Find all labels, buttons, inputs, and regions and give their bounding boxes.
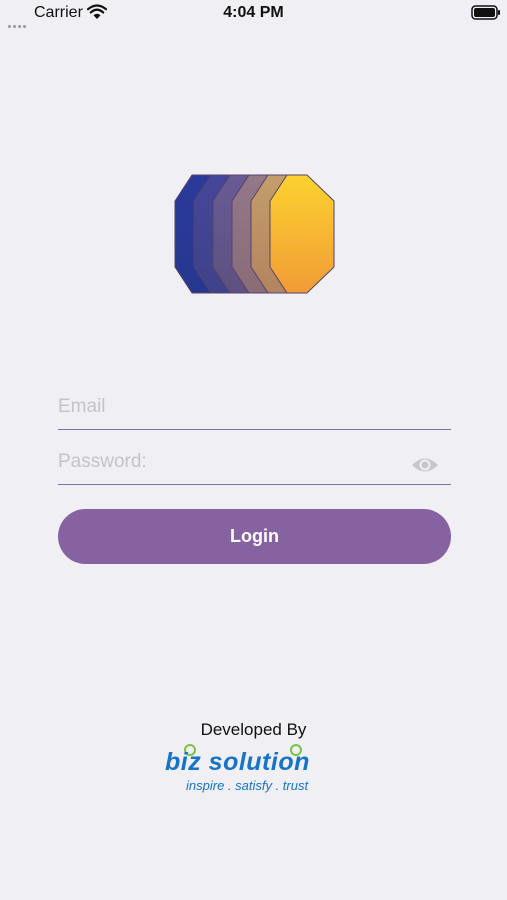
app-logo (174, 174, 335, 294)
status-bar: Carrier 4:04 PM (0, 0, 507, 28)
hexagon-logo-shape (174, 174, 335, 294)
battery-icon (471, 5, 500, 20)
developed-by-label: Developed By (200, 720, 307, 739)
brand-logo: biz solution inspire . satisfy . trust (163, 744, 345, 796)
login-button[interactable]: Login (58, 509, 451, 564)
password-field[interactable] (58, 444, 451, 485)
brand-name: biz solution (165, 748, 310, 776)
brand-tagline: inspire . satisfy . trust (186, 778, 309, 793)
password-input[interactable] (58, 444, 398, 480)
eye-icon[interactable] (411, 456, 439, 474)
email-field[interactable] (58, 389, 451, 430)
email-input[interactable] (58, 389, 398, 425)
status-time: 4:04 PM (223, 4, 284, 21)
